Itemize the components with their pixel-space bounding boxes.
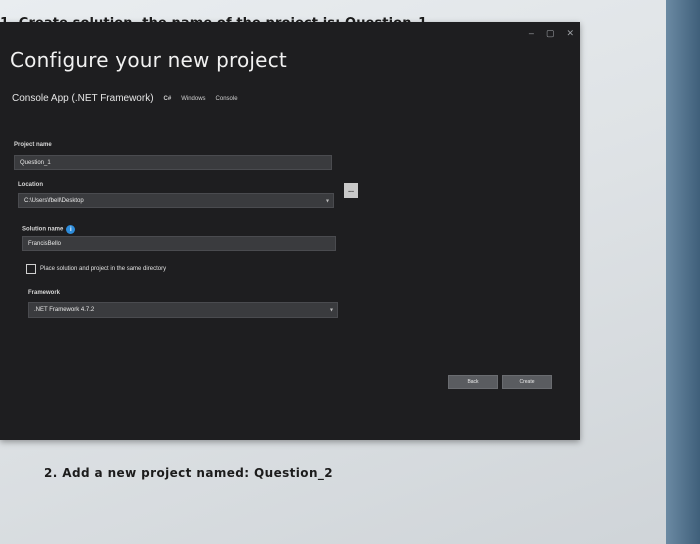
project-name-input[interactable]: Question_1 xyxy=(14,155,332,170)
tag-console: Console xyxy=(215,95,238,102)
tag-csharp: C# xyxy=(163,95,172,102)
create-button[interactable]: Create xyxy=(502,375,552,389)
tag-windows: Windows xyxy=(181,95,206,102)
place-same-directory-row[interactable]: Place solution and project in the same d… xyxy=(26,264,166,274)
place-same-directory-label: Place solution and project in the same d… xyxy=(40,266,167,272)
window-controls: – ▢ ✕ xyxy=(529,28,574,39)
chevron-down-icon: ▾ xyxy=(329,307,333,314)
minimize-icon[interactable]: – xyxy=(529,28,534,39)
dialog-title: Configure your new project xyxy=(10,48,287,72)
info-icon: i xyxy=(66,225,76,234)
location-label: Location xyxy=(18,182,43,188)
place-same-directory-checkbox[interactable] xyxy=(26,264,36,274)
solution-name-label: Solution name i xyxy=(22,225,76,234)
framework-value: .NET Framework 4.7.2 xyxy=(34,307,95,313)
solution-name-value: FrancisBello xyxy=(28,240,62,247)
framework-label: Framework xyxy=(28,290,61,296)
close-icon[interactable]: ✕ xyxy=(566,28,574,39)
browse-button[interactable]: ... xyxy=(344,183,358,198)
location-combobox[interactable]: C:\Users\fbell\Desktop ▾ xyxy=(18,193,334,208)
template-name: Console App (.NET Framework) xyxy=(12,93,154,104)
framework-dropdown[interactable]: .NET Framework 4.7.2 ▾ xyxy=(28,302,338,318)
project-name-label: Project name xyxy=(14,142,52,148)
chevron-down-icon: ▾ xyxy=(325,198,329,204)
question-2-text: 2. Add a new project named: Question_2 xyxy=(44,466,334,480)
maximize-icon[interactable]: ▢ xyxy=(546,28,555,39)
background-strip xyxy=(666,0,700,544)
solution-name-input[interactable]: FrancisBello xyxy=(22,236,336,251)
back-button[interactable]: Back xyxy=(448,375,498,389)
location-value: C:\Users\fbell\Desktop xyxy=(24,197,84,204)
template-info: Console App (.NET Framework) C# Windows … xyxy=(12,93,238,104)
solution-name-label-text: Solution name xyxy=(22,226,64,233)
project-name-value: Question_1 xyxy=(20,159,51,166)
